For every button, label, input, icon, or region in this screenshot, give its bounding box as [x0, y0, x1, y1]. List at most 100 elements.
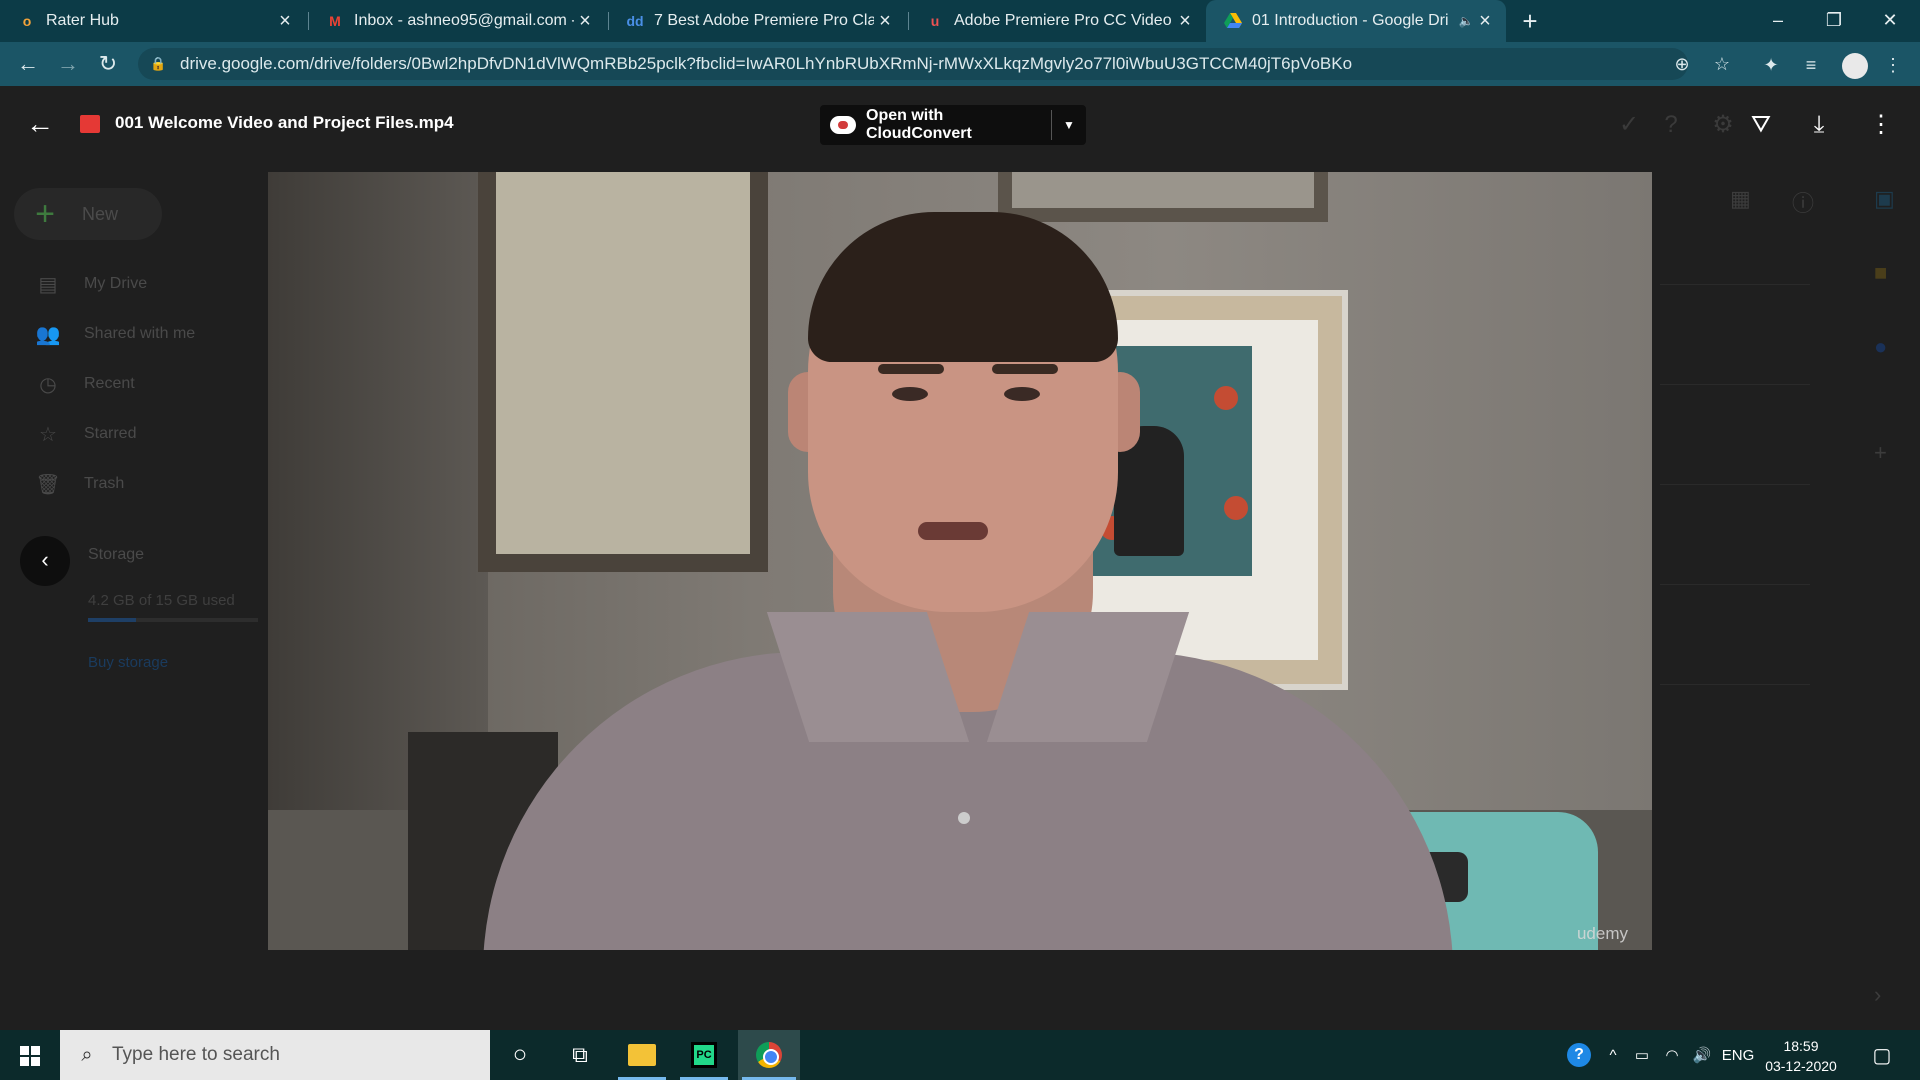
storage-used-text: 4.2 GB of 15 GB used — [88, 592, 235, 609]
chevron-down-icon[interactable]: ▼ — [1052, 118, 1086, 132]
browser-tab-strip: o Rater Hub × M Inbox - ashneo95@gmail.c… — [0, 0, 1920, 42]
profile-avatar[interactable] — [1842, 53, 1868, 79]
offline-check-icon[interactable]: ✓ — [1612, 108, 1646, 142]
divider — [1660, 684, 1810, 685]
download-icon[interactable]: ⤓ — [1802, 108, 1836, 142]
divider — [1660, 484, 1810, 485]
sidebar-item-label: Recent — [84, 375, 135, 392]
battery-icon[interactable]: ▭ — [1628, 1030, 1656, 1080]
close-tab-icon[interactable]: × — [574, 10, 596, 33]
notifications-icon[interactable]: ▢ — [1862, 1030, 1902, 1080]
sidebar-item-shared-with-me[interactable]: 👥 Shared with me — [0, 314, 260, 354]
divider — [1660, 384, 1810, 385]
pycharm-icon[interactable]: PC — [676, 1030, 732, 1080]
tab-title: Inbox - ashneo95@gmail.com - ( — [354, 12, 574, 29]
storage-progress-fill — [88, 618, 136, 622]
minimize-button[interactable]: – — [1750, 0, 1806, 42]
open-with-button[interactable]: Open with CloudConvert ▼ — [820, 105, 1086, 145]
udemy-watermark: udemy — [1576, 924, 1628, 943]
wall-picture-left — [478, 172, 768, 572]
settings-gear-icon[interactable]: ⚙ — [1706, 108, 1740, 142]
show-hidden-icons-chevron-up-icon[interactable]: ^ — [1600, 1030, 1626, 1080]
file-viewer-header: ← 001 Welcome Video and Project Files.mp… — [0, 86, 1920, 164]
grid-view-icon[interactable]: ▦ — [1730, 186, 1751, 212]
new-label: New — [82, 203, 119, 224]
reload-button[interactable]: ↻ — [94, 50, 122, 78]
forward-button[interactable]: → — [54, 50, 82, 78]
close-tab-icon[interactable]: × — [874, 10, 896, 33]
tab-udemy-course[interactable]: u Adobe Premiere Pro CC Video Ed × — [908, 0, 1206, 42]
sidebar-item-starred[interactable]: ☆ Starred — [0, 414, 260, 454]
tab-adobe-premiere-classes[interactable]: dd 7 Best Adobe Premiere Pro Class × — [608, 0, 906, 42]
help-icon[interactable]: ? — [1654, 108, 1688, 142]
video-file-icon — [80, 115, 100, 133]
wifi-icon[interactable]: ◠ — [1658, 1030, 1686, 1080]
presenter-brow — [878, 364, 944, 374]
buy-storage-link[interactable]: Buy storage — [88, 654, 168, 671]
close-window-button[interactable]: ✕ — [1862, 0, 1918, 42]
taskbar-search-input[interactable]: ⌕ Type here to search — [60, 1030, 490, 1080]
cloudconvert-icon — [830, 116, 856, 134]
volume-icon[interactable]: 🔊 — [1688, 1030, 1716, 1080]
restore-button[interactable]: ❐ — [1806, 0, 1862, 42]
clock-time: 18:59 — [1783, 1038, 1819, 1054]
windows-taskbar: ⌕ Type here to search ○ ⧉ PC ? ^ ▭ ◠ 🔊 E… — [0, 1030, 1920, 1080]
sidebar-item-label: Shared with me — [84, 325, 196, 342]
help-tray-icon[interactable]: ? — [1562, 1030, 1596, 1080]
task-view-icon[interactable]: ⧉ — [552, 1030, 608, 1080]
install-app-icon[interactable]: ⊕ — [1670, 52, 1694, 76]
taskbar-clock[interactable]: 18:59 03-12-2020 — [1758, 1036, 1844, 1076]
tab-gmail-inbox[interactable]: M Inbox - ashneo95@gmail.com - ( × — [308, 0, 606, 42]
presenter-mouth — [918, 522, 988, 540]
extensions-icon[interactable]: ✦ — [1758, 52, 1784, 78]
tab-google-drive[interactable]: 01 Introduction - Google Dri 🔈 × — [1206, 0, 1506, 42]
tab-rater-hub[interactable]: o Rater Hub × — [0, 0, 306, 42]
clock-date: 03-12-2020 — [1765, 1058, 1837, 1074]
more-options-icon[interactable]: ⋮ — [1864, 108, 1898, 142]
language-indicator[interactable]: ENG — [1718, 1030, 1758, 1080]
calendar-icon[interactable]: ▣ — [1874, 186, 1895, 212]
search-icon: ⌕ — [81, 1043, 93, 1066]
divider — [1660, 584, 1810, 585]
media-control-icon[interactable]: ≡ — [1798, 52, 1824, 78]
gmail-favicon: M — [329, 13, 341, 29]
tasks-icon[interactable]: ● — [1874, 334, 1887, 360]
new-tab-button[interactable]: + — [1515, 6, 1545, 36]
browser-menu-icon[interactable]: ⋮ — [1880, 52, 1906, 78]
sidebar-item-my-drive[interactable]: ▤ My Drive — [0, 264, 260, 304]
close-tab-icon[interactable]: × — [274, 10, 296, 33]
file-explorer-icon[interactable] — [614, 1030, 670, 1080]
dd-favicon: dd — [626, 13, 644, 29]
storage-label: Storage — [88, 546, 145, 563]
back-button[interactable]: ← — [14, 50, 42, 78]
presenter-eye — [1004, 387, 1040, 401]
close-tab-icon[interactable]: × — [1474, 10, 1496, 33]
address-bar[interactable]: 🔒 drive.google.com/drive/folders/0Bwl2hp… — [138, 48, 1688, 80]
close-viewer-back-icon[interactable]: ← — [24, 108, 56, 140]
url-text[interactable]: drive.google.com/drive/folders/0Bwl2hpDf… — [180, 54, 1352, 74]
chevron-right-icon[interactable]: › — [1874, 982, 1881, 1008]
collapse-sidebar-button[interactable]: ‹ — [20, 536, 70, 586]
speaker-icon[interactable]: 🔈 — [1458, 14, 1474, 28]
browser-toolbar: ← → ↻ 🔒 drive.google.com/drive/folders/0… — [0, 42, 1920, 86]
keep-icon[interactable]: ■ — [1874, 260, 1887, 286]
new-button[interactable]: + New — [14, 188, 162, 240]
storage-progress-bar — [88, 618, 258, 622]
add-to-drive-icon[interactable]: ⛛ — [1744, 108, 1778, 142]
sidebar-item-trash[interactable]: 🗑 Trash — [0, 464, 260, 504]
chrome-taskbar-icon[interactable] — [738, 1030, 800, 1080]
trash-icon: 🗑 — [35, 473, 61, 496]
windows-start-button[interactable] — [0, 1030, 60, 1080]
sidebar-item-recent[interactable]: ◷ Recent — [0, 364, 260, 404]
info-icon[interactable]: ⓘ — [1792, 186, 1814, 218]
lock-icon[interactable]: 🔒 — [150, 56, 166, 72]
sidebar-item-label: My Drive — [84, 275, 148, 292]
close-tab-icon[interactable]: × — [1174, 10, 1196, 33]
add-addon-icon[interactable]: + — [1874, 440, 1887, 466]
bookmark-star-icon[interactable]: ☆ — [1710, 52, 1734, 76]
google-drive-favicon — [1224, 12, 1242, 30]
cortana-icon[interactable]: ○ — [492, 1030, 548, 1080]
sidebar-item-label: Trash — [84, 475, 125, 492]
video-player[interactable]: udemy — [268, 172, 1652, 950]
star-icon: ☆ — [39, 423, 57, 446]
